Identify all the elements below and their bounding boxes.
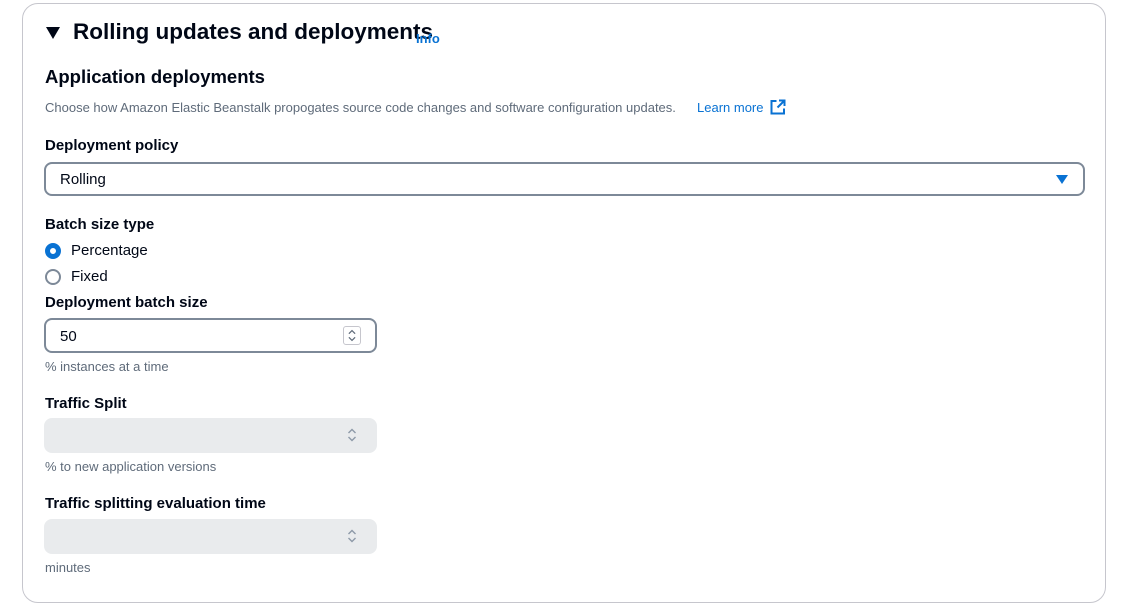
app-deployments-description: Choose how Amazon Elastic Beanstalk prop… <box>45 100 676 115</box>
app-deployments-heading: Application deployments <box>45 66 265 87</box>
deployment-batch-size-label: Deployment batch size <box>45 294 208 311</box>
deployment-batch-size-value: 50 <box>60 328 77 345</box>
radio-fixed[interactable] <box>45 269 61 285</box>
section-title[interactable]: Rolling updates and deployments <box>73 19 433 45</box>
caret-down-icon <box>1056 175 1068 184</box>
traffic-eval-time-hint: minutes <box>45 560 91 575</box>
number-stepper-icon[interactable] <box>343 326 361 345</box>
traffic-eval-time-label: Traffic splitting evaluation time <box>45 495 266 512</box>
radio-percentage[interactable] <box>45 243 61 259</box>
number-stepper-icon <box>348 529 356 543</box>
learn-more-link[interactable]: Learn more <box>697 100 763 115</box>
info-link[interactable]: Info <box>416 31 440 46</box>
radio-percentage-label[interactable]: Percentage <box>71 242 148 259</box>
traffic-split-hint: % to new application versions <box>45 459 217 474</box>
deployment-policy-label: Deployment policy <box>45 137 179 154</box>
traffic-split-label: Traffic Split <box>45 395 127 412</box>
radio-fixed-label[interactable]: Fixed <box>71 268 108 285</box>
deployment-batch-size-hint: % instances at a time <box>45 359 169 374</box>
external-link-icon[interactable] <box>770 99 786 115</box>
batch-size-type-label: Batch size type <box>45 216 155 233</box>
traffic-eval-time-input <box>44 519 377 554</box>
number-stepper-icon <box>348 428 356 442</box>
collapse-caret-icon[interactable] <box>46 27 60 39</box>
deployment-policy-value: Rolling <box>60 171 106 188</box>
traffic-split-input <box>44 418 377 453</box>
deployment-policy-select[interactable]: Rolling <box>44 162 1085 196</box>
deployment-batch-size-input[interactable]: 50 <box>44 318 377 353</box>
